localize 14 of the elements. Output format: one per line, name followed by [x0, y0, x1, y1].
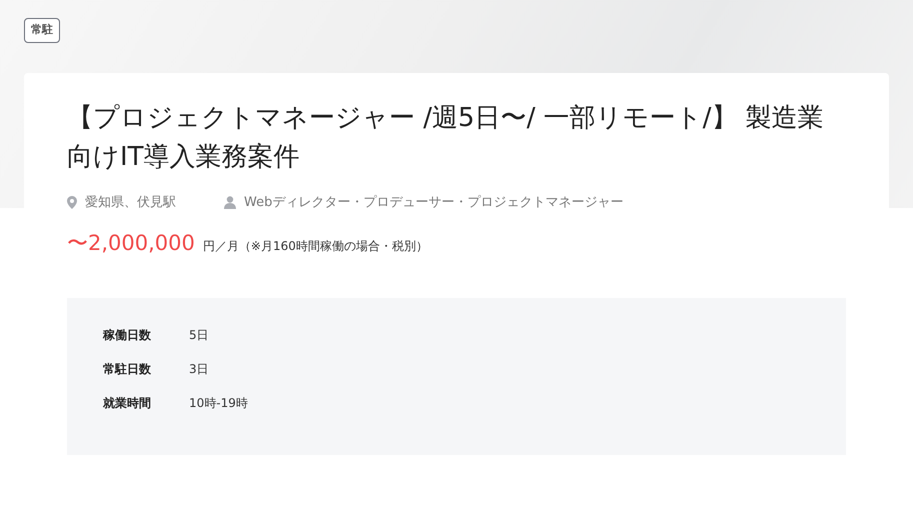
salary-amount: 〜2,000,000: [67, 230, 195, 257]
role-text: Webディレクター・プロデューサー・プロジェクトマネージャー: [244, 194, 624, 212]
detail-label: 稼働日数: [103, 326, 152, 344]
detail-value: 10時-19時: [189, 394, 248, 412]
job-title: 【プロジェクトマネージャー /週5日〜/ 一部リモート/】 製造業向けIT導入業務案件: [67, 102, 825, 174]
detail-value: 5日: [189, 326, 209, 344]
person-icon: [224, 196, 236, 209]
detail-label: 常駐日数: [103, 360, 152, 378]
detail-value: 3日: [189, 360, 209, 378]
detail-label: 就業時間: [103, 394, 152, 412]
salary-unit: 円／月（※月160時間稼働の場合・税別）: [202, 238, 428, 255]
location-text: 愛知県、伏見駅: [85, 194, 176, 212]
location-pin-icon: [67, 196, 77, 209]
tag-label: 常駐: [24, 18, 60, 42]
